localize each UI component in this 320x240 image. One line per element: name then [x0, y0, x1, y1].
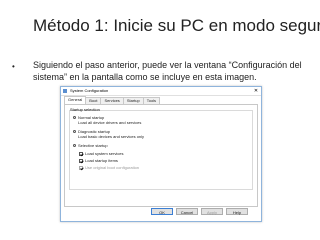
close-icon[interactable]: ✕: [252, 88, 260, 94]
system-configuration-window: System Configuration ✕ General Boot Serv…: [60, 86, 262, 222]
tab-boot[interactable]: Boot: [85, 97, 102, 104]
load-startup-items-label: Load startup items: [85, 158, 118, 163]
help-button[interactable]: Help: [226, 208, 248, 215]
cancel-button[interactable]: Cancel: [176, 208, 198, 215]
selective-startup-label: Selective startup: [78, 143, 108, 148]
tab-general[interactable]: General: [64, 96, 87, 104]
tab-tools[interactable]: Tools: [142, 97, 161, 104]
apply-button[interactable]: Apply: [201, 208, 223, 215]
selective-startup-option[interactable]: Selective startup: [73, 143, 108, 148]
load-system-services-option[interactable]: Load system services: [79, 151, 123, 156]
normal-startup-radio[interactable]: [73, 116, 76, 120]
load-startup-items-checkbox[interactable]: [79, 158, 83, 163]
selective-startup-radio[interactable]: [73, 144, 76, 148]
startup-selection-label: Startup selection: [70, 107, 100, 112]
diagnostic-startup-radio[interactable]: [73, 130, 76, 134]
normal-startup-desc: Load all device drivers and services: [78, 120, 142, 125]
diagnostic-startup-desc: Load basic devices and services only: [78, 134, 145, 139]
tab-startup[interactable]: Startup: [122, 97, 144, 104]
tab-services[interactable]: Services: [100, 97, 124, 104]
bullet-icon: •: [12, 62, 15, 71]
slide-body-text: Siguiendo el paso anterior, puede ver la…: [33, 60, 302, 82]
slide-title: Método 1: Inicie su PC en modo seguro: [33, 16, 320, 35]
app-icon: [63, 89, 67, 93]
window-titlebar: System Configuration ✕: [61, 87, 261, 96]
general-tab-panel: Startup selection Normal startup Load al…: [64, 104, 258, 207]
use-original-boot-label: Use original boot configuration: [85, 165, 140, 170]
slide: Método 1: Inicie su PC en modo seguro • …: [0, 0, 320, 240]
load-system-services-checkbox[interactable]: [79, 151, 83, 156]
tab-bar: General Boot Services Startup Tools: [64, 96, 161, 104]
use-original-boot-checkbox: [79, 165, 83, 170]
ok-button[interactable]: OK: [151, 208, 173, 215]
window-title: System Configuration: [70, 88, 109, 93]
use-original-boot-option: Use original boot configuration: [79, 165, 139, 170]
dialog-buttons: OK Cancel Apply Help: [151, 208, 248, 215]
load-startup-items-option[interactable]: Load startup items: [79, 158, 118, 163]
load-system-services-label: Load system services: [85, 151, 124, 156]
